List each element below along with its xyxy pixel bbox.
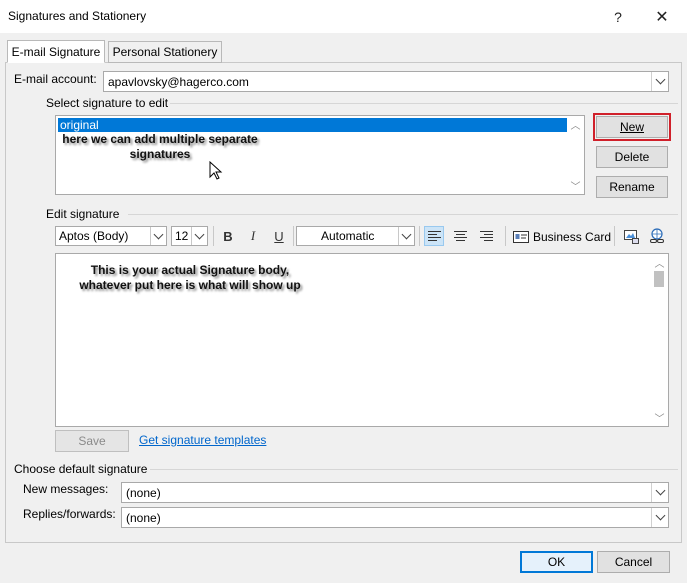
underline-button[interactable]: U xyxy=(269,226,289,246)
new-button-label: New xyxy=(619,120,644,134)
chevron-down-icon xyxy=(150,227,166,245)
business-card-icon xyxy=(513,231,529,243)
group-divider xyxy=(150,469,678,470)
window-title: Signatures and Stationery xyxy=(8,9,147,23)
rename-signature-button[interactable]: Rename xyxy=(596,176,668,198)
cancel-button[interactable]: Cancel xyxy=(597,551,670,573)
chevron-down-icon xyxy=(651,508,668,527)
delete-signature-button[interactable]: Delete xyxy=(596,146,668,168)
replies-forwards-value: (none) xyxy=(126,510,161,525)
font-family-value: Aptos (Body) xyxy=(59,229,129,243)
new-messages-value: (none) xyxy=(126,485,161,500)
business-card-button[interactable]: Business Card xyxy=(513,227,611,247)
toolbar-separator xyxy=(419,226,420,246)
align-left-icon xyxy=(427,231,441,241)
scroll-up-icon[interactable]: ︿ xyxy=(651,254,668,271)
toolbar-separator xyxy=(505,226,506,246)
tab-personal-stationery[interactable]: Personal Stationery xyxy=(108,41,222,63)
new-messages-label: New messages: xyxy=(23,482,109,496)
scroll-up-icon[interactable]: ︿ xyxy=(567,116,584,133)
italic-button[interactable]: I xyxy=(243,226,263,246)
save-button[interactable]: Save xyxy=(55,430,129,452)
align-center-icon xyxy=(453,231,467,241)
email-account-select[interactable]: apavlovsky@hagerco.com xyxy=(103,71,669,92)
signature-list-scrollbar[interactable]: ︿ ﹀ xyxy=(567,116,584,194)
business-card-label: Business Card xyxy=(533,230,612,244)
chevron-down-icon xyxy=(651,483,668,502)
align-right-button[interactable] xyxy=(476,226,496,246)
group-divider xyxy=(128,214,678,215)
align-left-button[interactable] xyxy=(424,226,444,246)
insert-hyperlink-icon[interactable] xyxy=(648,228,666,245)
align-center-button[interactable] xyxy=(450,226,470,246)
toolbar-separator xyxy=(614,226,615,246)
group-divider xyxy=(170,103,678,104)
signature-list-item[interactable]: original xyxy=(58,118,568,132)
new-messages-select[interactable]: (none) xyxy=(121,482,669,503)
ok-button-label: OK xyxy=(547,555,566,569)
scroll-down-icon[interactable]: ﹀ xyxy=(651,409,668,426)
new-signature-button[interactable]: New xyxy=(593,113,671,141)
font-family-select[interactable]: Aptos (Body) xyxy=(55,226,167,246)
bold-button[interactable]: B xyxy=(218,226,238,246)
cancel-button-label: Cancel xyxy=(614,555,653,569)
replies-forwards-select[interactable]: (none) xyxy=(121,507,669,528)
chevron-down-icon xyxy=(398,227,414,245)
scroll-thumb[interactable] xyxy=(654,271,664,287)
toolbar-separator xyxy=(293,226,294,246)
font-size-value: 12 xyxy=(175,229,189,243)
chevron-down-icon xyxy=(651,72,668,91)
insert-picture-icon[interactable] xyxy=(623,228,640,245)
close-icon[interactable]: ✕ xyxy=(644,4,680,30)
editor-scrollbar[interactable]: ︿ ﹀ xyxy=(651,254,668,426)
ok-button[interactable]: OK xyxy=(520,551,593,573)
chevron-down-icon xyxy=(191,227,207,245)
email-account-label: E-mail account: xyxy=(14,72,97,86)
font-size-select[interactable]: 12 xyxy=(171,226,208,246)
signature-body-text[interactable]: This is your actual Signature body, what… xyxy=(65,263,315,293)
font-color-select[interactable]: Automatic xyxy=(296,226,415,246)
replies-forwards-label: Replies/forwards: xyxy=(23,507,116,521)
email-account-value: apavlovsky@hagerco.com xyxy=(108,74,249,89)
font-color-value: Automatic xyxy=(321,229,375,243)
signature-list-annotation: here we can add multiple separate signat… xyxy=(62,132,258,161)
toolbar-separator xyxy=(213,226,214,246)
scroll-down-icon[interactable]: ﹀ xyxy=(567,177,584,194)
save-button-label: Save xyxy=(78,434,106,448)
tab-email-signature[interactable]: E-mail Signature xyxy=(7,40,105,63)
align-right-icon xyxy=(479,231,493,241)
get-signature-templates-link[interactable]: Get signature templates xyxy=(139,433,266,447)
edit-signature-label: Edit signature xyxy=(46,207,120,221)
mouse-pointer-icon xyxy=(209,161,223,180)
rename-button-label: Rename xyxy=(609,180,655,194)
help-icon[interactable]: ? xyxy=(600,4,636,30)
delete-button-label: Delete xyxy=(614,150,650,164)
select-signature-label: Select signature to edit xyxy=(46,96,169,110)
default-signature-label: Choose default signature xyxy=(14,462,148,476)
